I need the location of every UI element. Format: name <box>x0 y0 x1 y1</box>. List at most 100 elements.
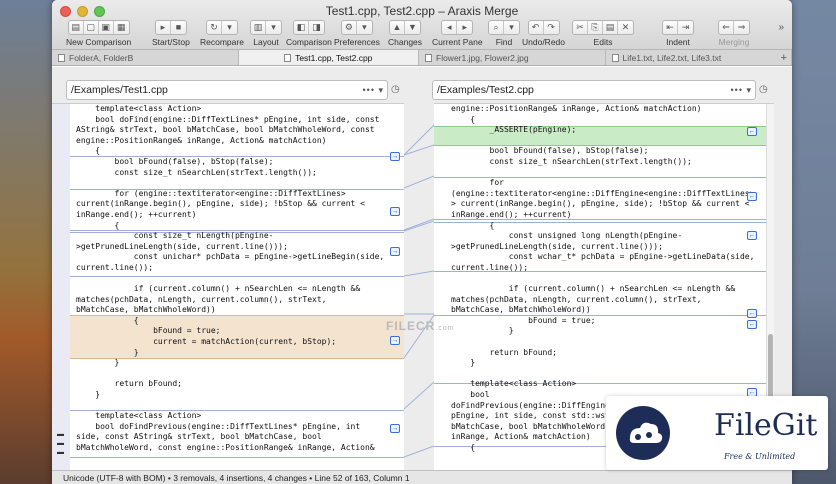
copy-right-icon[interactable]: → <box>390 336 400 345</box>
tab-test-cpp[interactable]: Test1.cpp, Test2.cpp <box>238 50 419 65</box>
code-line[interactable] <box>76 274 384 285</box>
code-line[interactable]: { <box>451 115 754 126</box>
right-path-field[interactable]: /Examples/Test2.cpp ••• ▾ <box>432 80 756 100</box>
code-line[interactable]: const unichar* pchData = pEngine->getLin… <box>76 252 384 263</box>
left-code[interactable]: template<class Action> bool doFind(engin… <box>76 104 384 454</box>
right-scroll-thumb[interactable] <box>768 334 773 404</box>
code-line[interactable] <box>451 136 754 147</box>
start-stop-button[interactable]: ▸ ■ Start/Stop <box>152 20 190 47</box>
copy-left-icon[interactable]: ← <box>747 127 757 136</box>
tab-flowers[interactable]: Flower1.jpg, Flower2.jpg <box>419 50 606 65</box>
code-line[interactable]: side, const AString& strText, bool bMatc… <box>76 432 384 443</box>
copy-right-icon[interactable]: → <box>390 207 400 216</box>
left-history-icon[interactable]: ◷ <box>391 84 400 95</box>
code-line[interactable]: { <box>76 221 384 232</box>
code-line[interactable]: } <box>76 348 384 359</box>
code-line[interactable]: current.line()); <box>451 263 754 274</box>
code-line[interactable]: } <box>451 358 754 369</box>
code-line[interactable]: bool doFind(engine::DiffTextLines* pEngi… <box>76 115 384 126</box>
copy-left-icon[interactable]: ← <box>747 320 757 329</box>
code-line[interactable]: { <box>76 316 384 327</box>
code-line[interactable] <box>451 369 754 380</box>
code-line[interactable]: bFound = true; <box>76 326 384 337</box>
code-line[interactable]: matches(pchData, nLength, current.column… <box>451 295 754 306</box>
code-line[interactable]: const size_t nSearchLen(strText.length()… <box>76 168 384 179</box>
code-line[interactable]: >getPrunedLineLength(side, current.line(… <box>76 242 384 253</box>
toolbar-overflow-icon[interactable]: » <box>778 22 784 33</box>
undo-redo-button[interactable]: ↶ ↷ Undo/Redo <box>522 20 565 47</box>
code-line[interactable]: matches(pchData, nLength, current.column… <box>76 295 384 306</box>
indent-button[interactable]: ⇤ ⇥ Indent <box>662 20 694 47</box>
new-tab-icon[interactable]: + <box>781 50 787 65</box>
preferences-button[interactable]: ⚙ ▾ Preferences <box>334 20 380 47</box>
code-line[interactable]: bMatchCase, bMatchWholeWord)) <box>451 305 754 316</box>
code-line[interactable]: inRange.end(); ++current) <box>76 210 384 221</box>
right-history-icon[interactable]: ◷ <box>759 84 768 95</box>
right-pane-controls[interactable]: ••• ▾ <box>731 81 752 99</box>
copy-right-icon[interactable]: → <box>390 247 400 256</box>
code-line[interactable]: _ASSERTE(pEngine); <box>451 125 754 136</box>
code-line[interactable]: template<class Action> <box>76 104 384 115</box>
code-line[interactable]: template<class Action> <box>451 379 754 390</box>
layout-button[interactable]: ▥ ▾ Layout <box>250 20 282 47</box>
merging-button[interactable]: ⇐ ⇒ Merging <box>718 20 750 47</box>
code-line[interactable] <box>451 168 754 179</box>
code-line[interactable]: bool doFindPrevious(engine::DiffTextLine… <box>76 422 384 433</box>
code-line[interactable]: bMatchCase, bMatchWholeWord)) <box>76 305 384 316</box>
code-line[interactable]: current = matchAction(current, bStop); <box>76 337 384 348</box>
code-line[interactable]: bool bFound(false), bStop(false); <box>451 146 754 157</box>
code-line[interactable]: for <box>451 178 754 189</box>
code-line[interactable]: current(inRange.begin(), pEngine, side);… <box>76 199 384 210</box>
code-line[interactable]: { <box>451 221 754 232</box>
code-line[interactable] <box>451 274 754 285</box>
copy-left-icon[interactable]: ← <box>747 231 757 240</box>
left-pane-controls[interactable]: ••• ▾ <box>363 81 384 99</box>
outdent-icon: ⇤ <box>663 21 678 34</box>
comparison-button[interactable]: ◧ ◨ Comparison <box>286 20 332 47</box>
code-line[interactable]: >getPrunedLineLength(side, current.line(… <box>451 242 754 253</box>
code-line[interactable] <box>451 337 754 348</box>
copy-right-icon[interactable]: → <box>390 424 400 433</box>
copy-right-icon[interactable]: → <box>390 152 400 161</box>
edits-button[interactable]: ✂ ⎘ ▤ ✕ Edits <box>572 20 634 47</box>
code-line[interactable]: } <box>451 326 754 337</box>
code-line[interactable]: } <box>76 390 384 401</box>
code-line[interactable] <box>76 178 384 189</box>
tab-folders[interactable]: FolderA, FolderB <box>52 50 239 65</box>
code-line[interactable]: engine::PositionRange& inRange, Action& … <box>451 104 754 115</box>
code-line[interactable]: const unsigned long nLength(pEngine- <box>451 231 754 242</box>
copy-left-icon[interactable]: ← <box>747 309 757 318</box>
copy-left-icon[interactable]: ← <box>747 192 757 201</box>
code-line[interactable]: engine::PositionRange& inRange, Action& … <box>76 136 384 147</box>
code-line[interactable]: return bFound; <box>76 379 384 390</box>
code-line[interactable]: bMatchWholeWord, const engine::PositionR… <box>76 443 384 454</box>
layout-menu-icon: ▾ <box>271 22 276 32</box>
code-line[interactable]: for (engine::textiterator<engine::DiffTe… <box>76 189 384 200</box>
code-line[interactable]: bool bFound(false), bStop(false); <box>76 157 384 168</box>
code-line[interactable]: current.line()); <box>76 263 384 274</box>
new-comparison-button[interactable]: ▤ ▢ ▣ ▦ New Comparison <box>66 20 131 47</box>
changes-button[interactable]: ▲ ▼ Changes <box>388 20 422 47</box>
code-line[interactable]: const size_t nSearchLen(strText.length()… <box>451 157 754 168</box>
code-line[interactable]: template<class Action> <box>76 411 384 422</box>
tab-life[interactable]: Life1.txt, Life2.txt, Life3.txt + <box>606 50 792 65</box>
current-pane-button[interactable]: ◂ ▸ Current Pane <box>432 20 483 47</box>
left-path-field[interactable]: /Examples/Test1.cpp ••• ▾ <box>66 80 388 100</box>
code-line[interactable] <box>76 369 384 380</box>
code-line[interactable]: > current(inRange.begin(), pEngine, side… <box>451 199 754 210</box>
code-line[interactable]: if (current.column() + nSearchLen <= nLe… <box>76 284 384 295</box>
code-line[interactable]: (engine::textiterator<engine::DiffEngine… <box>451 189 754 200</box>
code-line[interactable]: bFound = true; <box>451 316 754 327</box>
recompare-button[interactable]: ↻ ▾ Recompare <box>200 20 244 47</box>
left-pane[interactable]: template<class Action> bool doFind(engin… <box>52 103 404 470</box>
code-line[interactable] <box>76 401 384 412</box>
code-line[interactable]: AString& strText, bool bMatchCase, bool … <box>76 125 384 136</box>
code-line[interactable]: if (current.column() + nSearchLen <= nLe… <box>451 284 754 295</box>
code-line[interactable]: { <box>76 146 384 157</box>
code-line[interactable]: return bFound; <box>451 348 754 359</box>
code-line[interactable]: } <box>76 358 384 369</box>
code-line[interactable]: const wchar_t* pchData = pEngine->getLin… <box>451 252 755 263</box>
code-line[interactable]: inRange.end(); ++current) <box>451 210 754 221</box>
code-line[interactable]: const size_t nLength(pEngine- <box>76 231 384 242</box>
find-button[interactable]: ⌕ ▾ Find <box>488 20 520 47</box>
